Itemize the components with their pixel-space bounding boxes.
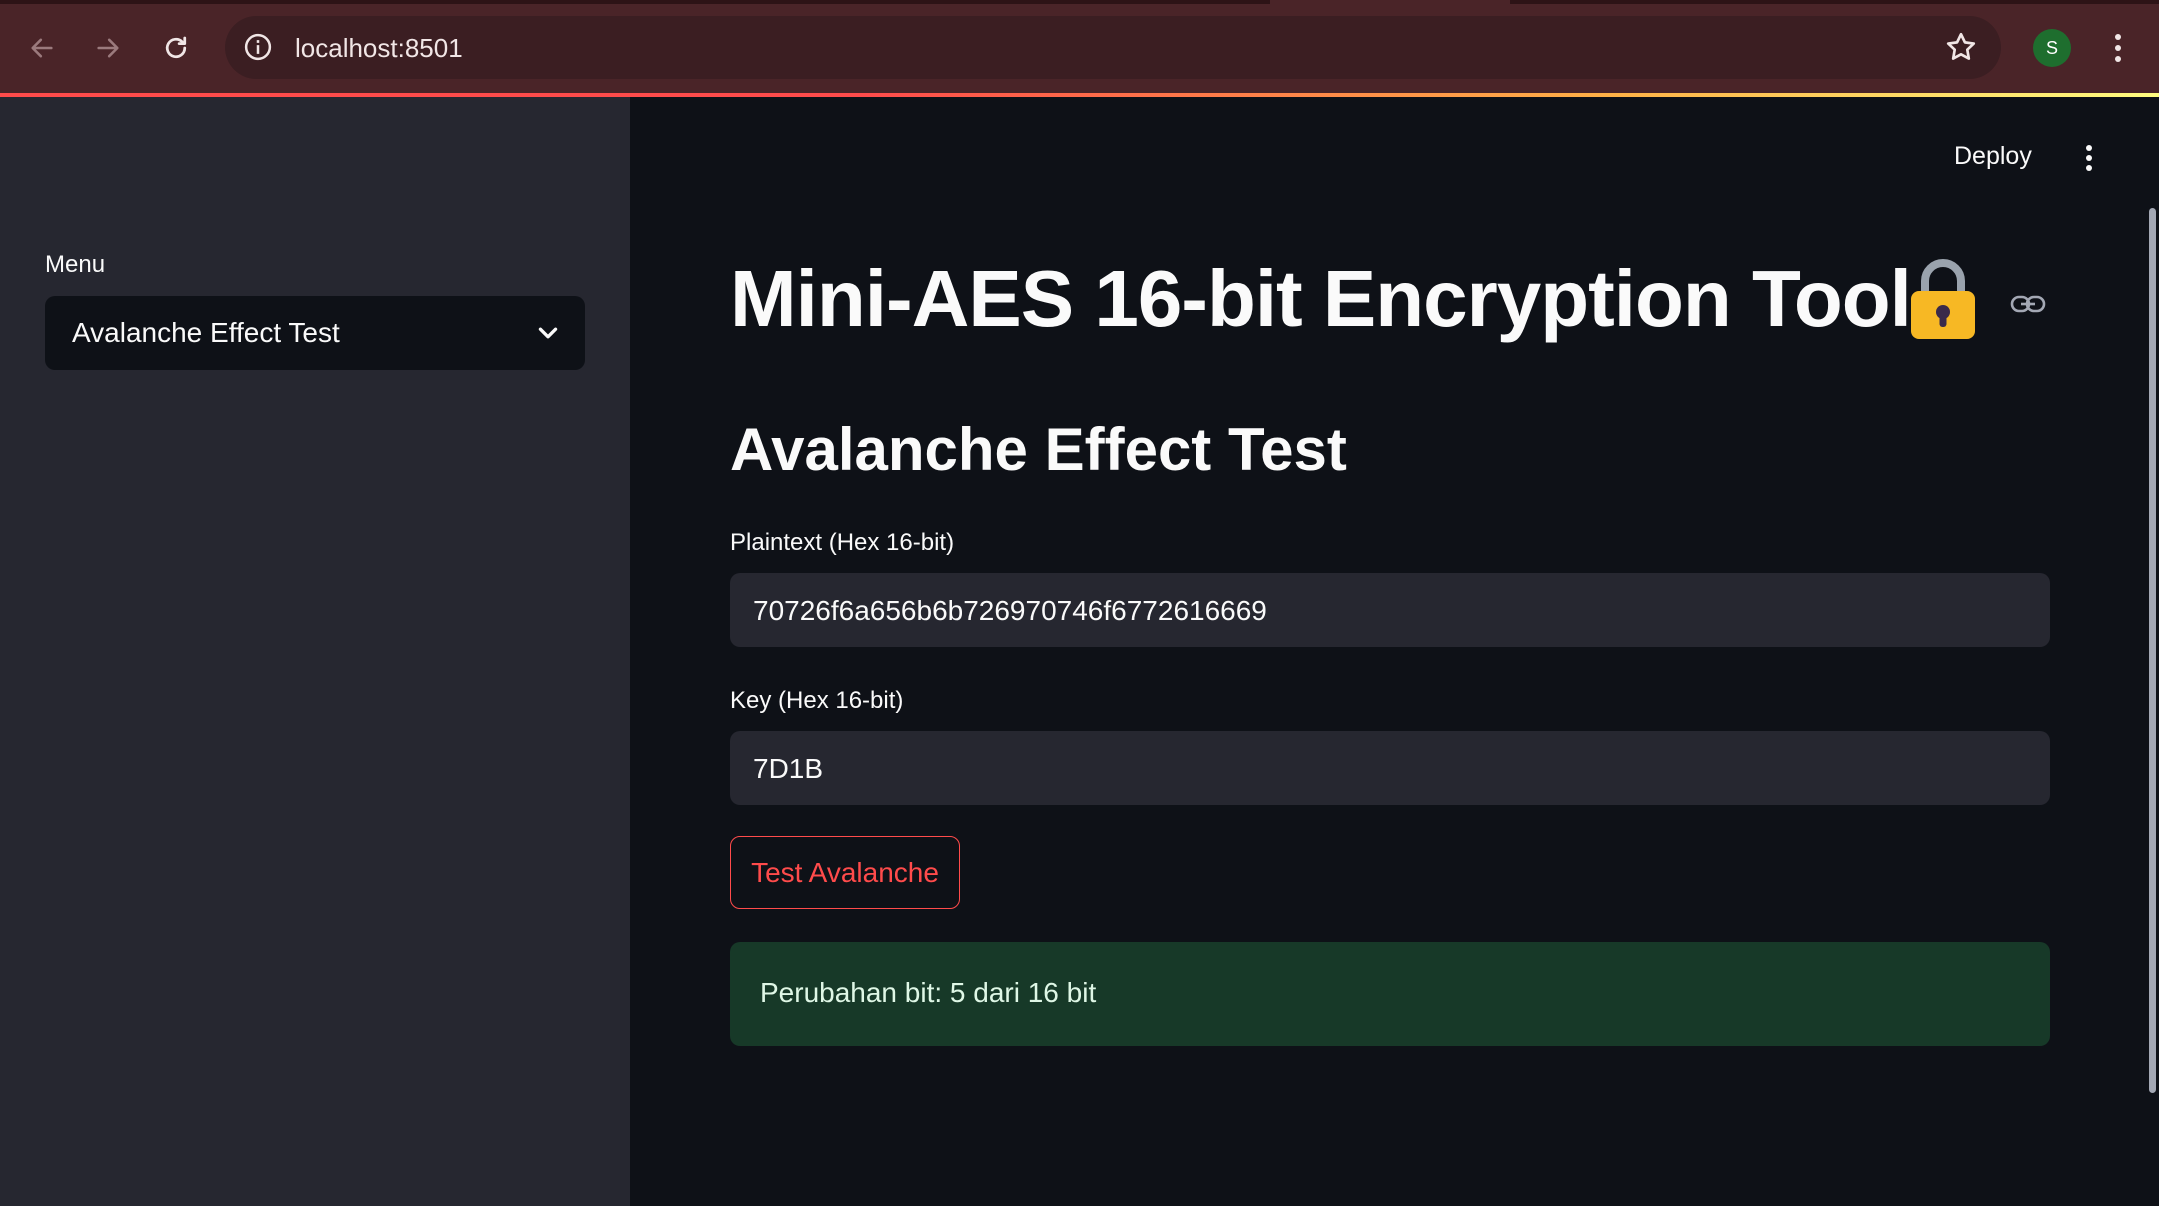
main-menu-icon[interactable] — [2081, 142, 2097, 174]
lock-icon — [1911, 259, 1975, 339]
page-title: Mini-AES 16-bit Encryption Tool — [730, 254, 1912, 343]
deploy-button[interactable]: Deploy — [1954, 142, 2032, 171]
result-text: Perubahan bit: 5 dari 16 bit — [760, 977, 1097, 1008]
tab-strip-edge — [1510, 0, 2159, 4]
reload-button[interactable] — [154, 26, 198, 70]
address-bar[interactable]: localhost:8501 — [225, 16, 2001, 79]
profile-initial: S — [2045, 37, 2058, 58]
plaintext-value: 70726f6a656b6b726970746f6772616669 — [753, 595, 1267, 626]
reload-icon — [165, 36, 187, 59]
forward-arrow-icon — [97, 38, 119, 58]
plaintext-input[interactable]: 70726f6a656b6b726970746f6772616669 — [730, 573, 2050, 647]
main-content: Deploy Mini-AES 16-bit Encryption Tool A… — [630, 97, 2159, 1206]
chevron-down-icon — [538, 327, 558, 339]
star-icon[interactable] — [1943, 29, 1979, 65]
menu-selected-value: Avalanche Effect Test — [72, 317, 340, 348]
key-label: Key (Hex 16-bit) — [730, 687, 904, 714]
browser-toolbar: localhost:8501 S — [0, 0, 2159, 95]
key-value: 7D1B — [753, 753, 824, 784]
menu-label: Menu — [45, 251, 106, 278]
menu-select[interactable]: Avalanche Effect Test — [45, 296, 585, 370]
key-input[interactable]: 7D1B — [730, 731, 2050, 805]
link-icon[interactable] — [2010, 290, 2046, 318]
more-vert-icon[interactable] — [2106, 28, 2130, 68]
back-arrow-icon — [31, 38, 53, 58]
plaintext-label: Plaintext (Hex 16-bit) — [730, 529, 955, 556]
tab-strip-edge — [0, 0, 1270, 4]
profile-avatar[interactable]: S — [2033, 29, 2071, 67]
scrollbar[interactable] — [2149, 208, 2156, 1093]
result-alert: Perubahan bit: 5 dari 16 bit — [730, 942, 2050, 1046]
forward-button[interactable] — [86, 26, 130, 70]
section-heading: Avalanche Effect Test — [730, 416, 1347, 483]
back-button[interactable] — [20, 26, 64, 70]
sidebar: Menu Avalanche Effect Test — [0, 97, 630, 1206]
test-avalanche-button[interactable]: Test Avalanche — [730, 836, 960, 909]
url-text[interactable]: localhost:8501 — [295, 33, 463, 64]
info-icon[interactable] — [243, 32, 273, 62]
